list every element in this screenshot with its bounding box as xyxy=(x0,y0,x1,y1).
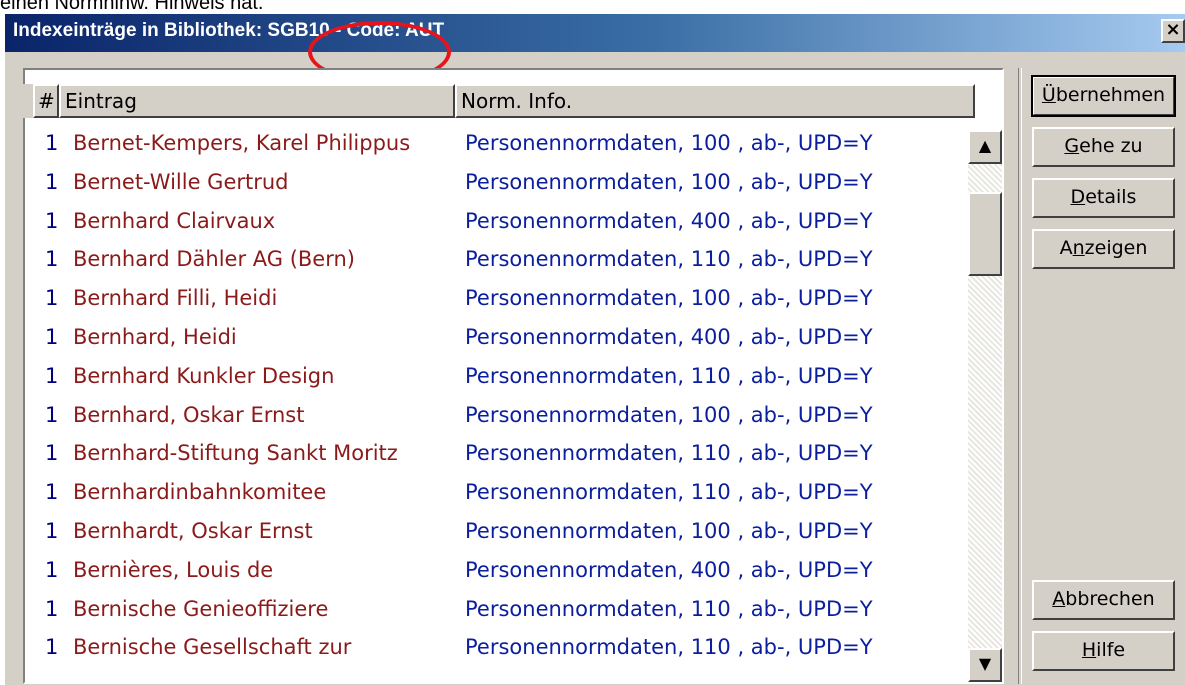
anzeigen-button[interactable]: Anzeigen xyxy=(1032,229,1175,269)
button-label: ehe zu xyxy=(1079,135,1143,157)
scroll-thumb[interactable] xyxy=(968,192,1002,276)
list-item[interactable]: 1 Bernhard Clairvaux Personennormdaten, 40… xyxy=(25,209,965,249)
row-number: 1 xyxy=(45,402,59,427)
row-entry: Bernhard Filli, Heidi xyxy=(73,286,278,311)
row-number: 1 xyxy=(45,519,59,543)
accelerator-key: Ü xyxy=(1041,84,1056,106)
button-label-prefix: A xyxy=(1059,237,1073,259)
accelerator-key: A xyxy=(1052,588,1066,610)
row-number: 1 xyxy=(45,247,59,272)
scroll-down-arrow-icon[interactable]: ▼ xyxy=(968,648,1002,682)
row-number: 1 xyxy=(45,131,59,155)
button-label: zeigen xyxy=(1084,237,1148,259)
row-entry: Bernet-Kempers, Karel Philippus xyxy=(73,131,411,155)
row-number: 1 xyxy=(45,286,59,311)
gehe-zu-button[interactable]: Gehe zu xyxy=(1032,127,1175,167)
scroll-up-arrow-icon[interactable]: ▲ xyxy=(968,130,1002,164)
row-norm-info: Personennormdaten, 100 , ab-, UPD=Y xyxy=(465,402,873,427)
list-rows: 1 Bernet-Kempers, Karel Philippus Personen… xyxy=(25,131,965,683)
row-number: 1 xyxy=(45,635,59,660)
close-button[interactable]: × xyxy=(1161,19,1185,43)
row-norm-info: Personennormdaten, 100 , ab-, UPD=Y xyxy=(465,131,873,155)
row-number: 1 xyxy=(45,596,59,621)
hilfe-button[interactable]: Hilfe xyxy=(1032,631,1175,671)
list-item[interactable]: 1 Bernhard Dähler AG (Bern) Personennormda… xyxy=(25,247,965,287)
button-label: bernehmen xyxy=(1055,84,1166,106)
row-number: 1 xyxy=(45,169,59,194)
accelerator-key: G xyxy=(1064,135,1080,157)
row-number: 1 xyxy=(45,480,59,505)
list-item[interactable]: 1 Bernhard-Stiftung Sankt Moritz Personenn… xyxy=(25,441,965,481)
row-norm-info: Personennormdaten, 110 , ab-, UPD=Y xyxy=(465,596,873,621)
ubernehmen-button[interactable]: Übernehmen xyxy=(1031,75,1176,117)
button-label: ilfe xyxy=(1096,639,1126,661)
row-entry: Bernhard Kunkler Design xyxy=(73,363,335,388)
row-norm-info: Personennormdaten, 110 , ab-, UPD=Y xyxy=(465,363,873,388)
row-number: 1 xyxy=(45,208,59,233)
column-header-eintrag[interactable]: Eintrag xyxy=(59,84,455,118)
list-item[interactable]: 1 Bernet-Kempers, Karel Philippus Personen… xyxy=(25,131,965,171)
vertical-scrollbar[interactable]: ▲ ▼ xyxy=(968,130,1002,682)
abbrechen-button[interactable]: Abbrechen xyxy=(1032,580,1175,620)
list-item[interactable]: 1 Bernhard, Oskar Ernst Personennormdaten,… xyxy=(25,403,965,443)
row-number: 1 xyxy=(45,363,59,388)
list-item[interactable]: 1 Bernhard Filli, Heidi Personennormdaten,… xyxy=(25,286,965,326)
row-norm-info: Personennormdaten, 100 , ab-, UPD=Y xyxy=(465,519,873,543)
button-label: etails xyxy=(1085,186,1137,208)
row-number: 1 xyxy=(45,557,59,582)
title-bar[interactable]: Indexeinträge in Bibliothek: SGB10 - Cod… xyxy=(5,14,1185,52)
column-header-number[interactable]: # xyxy=(33,84,59,118)
list-header: # Eintrag Norm. Info. xyxy=(15,84,975,118)
button-label: bbrechen xyxy=(1065,588,1155,610)
index-entries-dialog: Indexeinträge in Bibliothek: SGB10 - Cod… xyxy=(5,14,1185,685)
list-item[interactable]: 1 Bernet-Wille Gertrud Personennormdaten, … xyxy=(25,170,965,210)
row-number: 1 xyxy=(45,325,59,349)
row-norm-info: Personennormdaten, 110 , ab-, UPD=Y xyxy=(465,635,873,660)
row-entry: Bernhard Dähler AG (Bern) xyxy=(73,247,355,272)
row-norm-info: Personennormdaten, 400 , ab-, UPD=Y xyxy=(465,557,873,582)
row-entry: Bernhardinbahnkomitee xyxy=(73,480,327,505)
accelerator-key: n xyxy=(1072,237,1085,259)
row-norm-info: Personennormdaten, 400 , ab-, UPD=Y xyxy=(465,325,873,349)
row-entry: Bernhard, Heidi xyxy=(73,325,237,349)
row-norm-info: Personennormdaten, 110 , ab-, UPD=Y xyxy=(465,441,873,466)
row-entry: Bernhard Clairvaux xyxy=(73,208,276,233)
accelerator-key: H xyxy=(1081,639,1097,661)
list-item[interactable]: 1 Bernische Gesellschaft zur Personennormd… xyxy=(25,635,965,675)
list-item[interactable]: 1 Bernhardt, Oskar Ernst Personennormdaten… xyxy=(25,519,965,559)
list-item[interactable]: 1 Bernhardinbahnkomitee Personennormdaten,… xyxy=(25,480,965,520)
column-header-norm-info[interactable]: Norm. Info. xyxy=(455,84,975,118)
accelerator-key: D xyxy=(1070,186,1086,208)
row-entry: Bernhardt, Oskar Ernst xyxy=(73,519,313,543)
background-text: einen Normhinw. Hinweis hat. xyxy=(0,0,264,14)
row-entry: Bernet-Wille Gertrud xyxy=(73,169,289,194)
separator xyxy=(1018,68,1022,684)
list-item[interactable]: 1 Bernhard, Heidi Personennormdaten, 400 ,… xyxy=(25,325,965,365)
row-entry: Bernières, Louis de xyxy=(73,557,274,582)
row-norm-info: Personennormdaten, 110 , ab-, UPD=Y xyxy=(465,247,873,272)
row-entry: Bernische Gesellschaft zur xyxy=(73,635,352,660)
list-item[interactable]: 1 Bernische Genieoffiziere Personennormdat… xyxy=(25,597,965,637)
row-entry: Bernhard-Stiftung Sankt Moritz xyxy=(73,441,398,466)
row-entry: Bernische Genieoffiziere xyxy=(73,596,329,621)
row-norm-info: Personennormdaten, 110 , ab-, UPD=Y xyxy=(465,480,873,505)
row-norm-info: Personennormdaten, 100 , ab-, UPD=Y xyxy=(465,169,873,194)
row-number: 1 xyxy=(45,441,59,466)
details-button[interactable]: Details xyxy=(1032,178,1175,218)
row-entry: Bernhard, Oskar Ernst xyxy=(73,402,305,427)
row-norm-info: Personennormdaten, 400 , ab-, UPD=Y xyxy=(465,208,873,233)
row-norm-info: Personennormdaten, 100 , ab-, UPD=Y xyxy=(465,286,873,311)
list-item[interactable]: 1 Bernhard Kunkler Design Personennormdate… xyxy=(25,364,965,404)
list-item[interactable]: 1 Bernières, Louis de Personennormdaten, 4… xyxy=(25,558,965,598)
